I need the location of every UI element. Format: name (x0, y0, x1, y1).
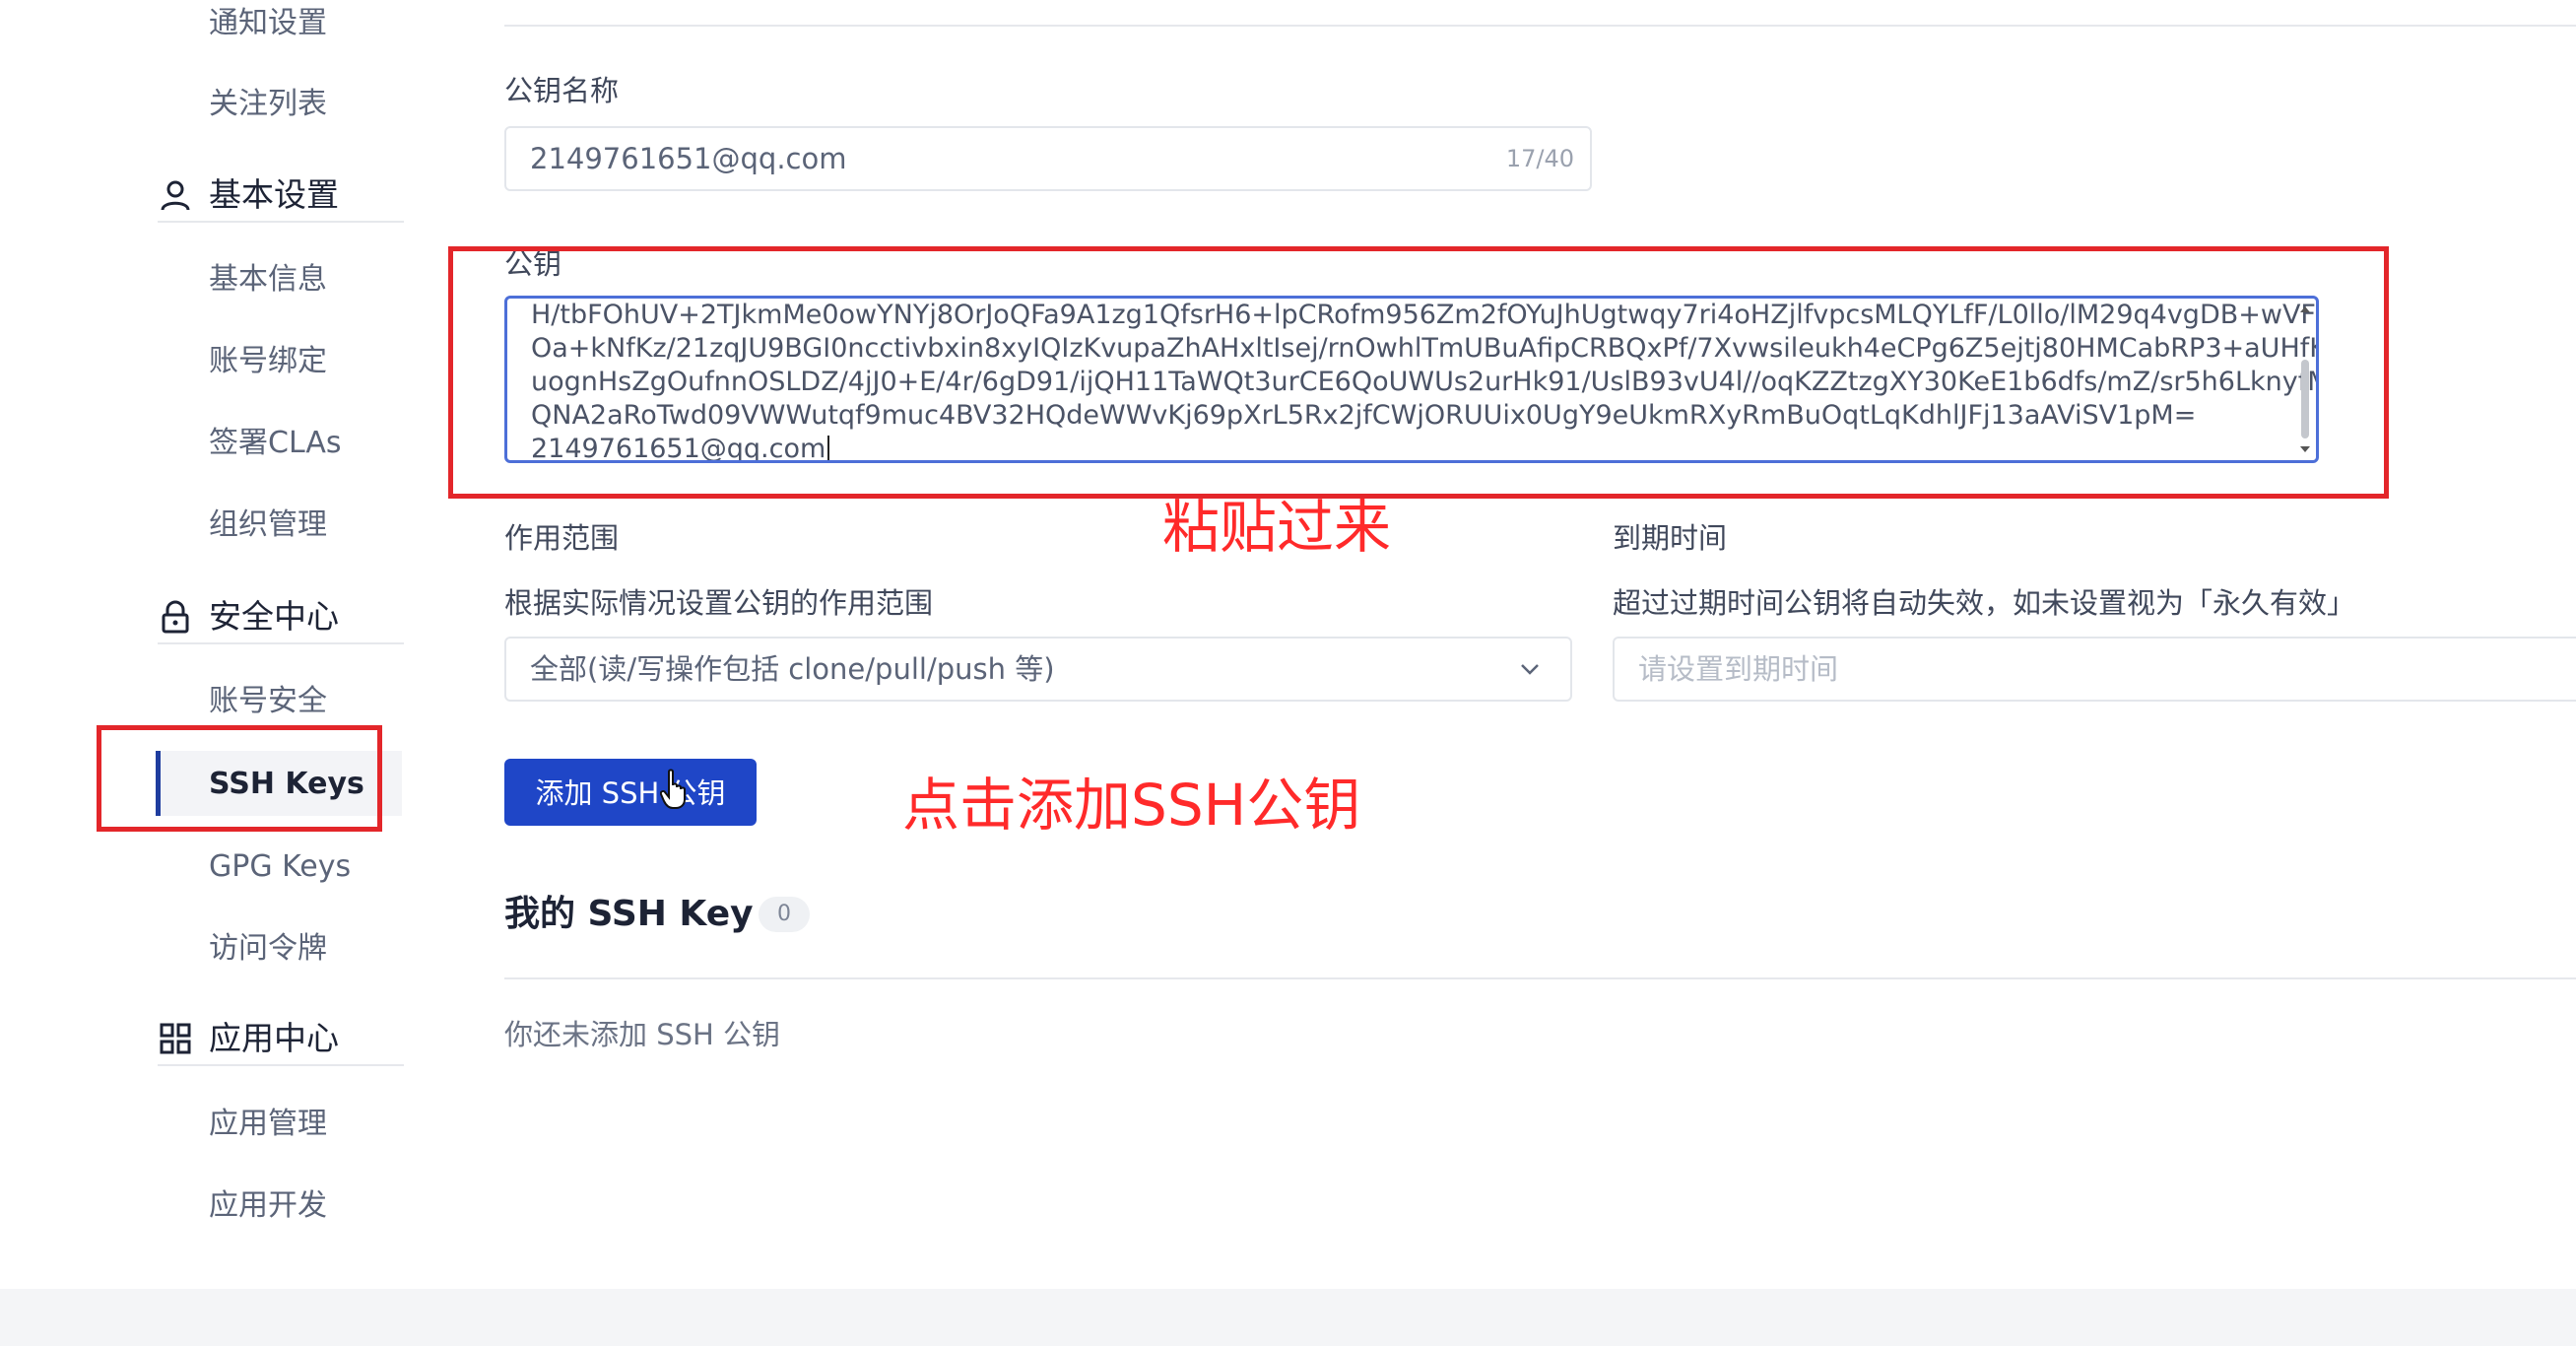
sidebar-item-account-binding[interactable]: 账号绑定 (209, 342, 327, 381)
sidebar-group-app-center: 应用中心 (158, 1017, 404, 1066)
sidebar-group-security-center: 安全中心 (158, 595, 404, 644)
annotation-click-note: 点击添加SSH公钥 (902, 772, 1361, 839)
sidebar-item-org-management[interactable]: 组织管理 (209, 505, 327, 545)
my-ssh-keys-title: 我的 SSH Key (504, 894, 754, 934)
sidebar-group-label: 基本设置 (209, 175, 339, 214)
sidebar-item-sign-clas[interactable]: 签署CLAs (209, 424, 342, 463)
expiry-hint: 超过过期时间公钥将自动失效，如未设置视为「永久有效」 (1613, 586, 2356, 620)
sidebar-item-notification-settings[interactable]: 通知设置 (209, 4, 327, 43)
hand-pointer-icon (660, 769, 686, 809)
scope-select-value: 全部(读/写操作包括 clone/pull/push 等) (530, 652, 1055, 686)
user-icon (161, 180, 190, 211)
scope-select[interactable]: 全部(读/写操作包括 clone/pull/push 等) (504, 637, 1572, 702)
expiry-label: 到期时间 (1613, 521, 1728, 555)
sidebar-item-follow-list[interactable]: 关注列表 (209, 85, 327, 124)
add-ssh-key-button[interactable]: 添加 SSH 公钥 (504, 759, 757, 826)
chevron-down-icon (1521, 664, 1539, 675)
sidebar-item-app-development[interactable]: 应用开发 (209, 1186, 327, 1226)
sidebar-item-account-security[interactable]: 账号安全 (209, 682, 327, 721)
key-name-value: 2149761651@qq.com (530, 142, 847, 175)
key-name-label: 公钥名称 (504, 74, 620, 107)
settings-sidebar: 通知设置 关注列表 基本设置 基本信息 账号绑定 签署CLAs 组织管理 安全中… (0, 0, 414, 1289)
section-divider-top (504, 25, 2576, 27)
expiry-date-placeholder: 请设置到期时间 (1638, 652, 1839, 686)
scope-hint: 根据实际情况设置公钥的作用范围 (504, 586, 934, 620)
sidebar-group-label: 应用中心 (209, 1019, 339, 1057)
ssh-key-count-badge: 0 (759, 897, 810, 932)
key-name-counter: 17/40 (1505, 145, 1574, 172)
annotation-highlight-ssh-keys (97, 725, 382, 832)
scope-label: 作用范围 (504, 521, 620, 555)
lock-icon (162, 600, 189, 634)
sidebar-group-basic-settings: 基本设置 (158, 173, 404, 223)
empty-state-text: 你还未添加 SSH 公钥 (504, 1018, 781, 1051)
key-name-input[interactable]: 2149761651@qq.com 17/40 (504, 126, 1592, 191)
annotation-paste-note: 粘贴过来 (1162, 494, 1392, 561)
sidebar-group-label: 安全中心 (209, 597, 339, 636)
page-footer-band (0, 1289, 2576, 1346)
section-divider (504, 977, 2576, 979)
expiry-date-input[interactable]: 请设置到期时间 (1613, 637, 2576, 702)
sidebar-item-basic-info[interactable]: 基本信息 (209, 260, 327, 300)
annotation-highlight-public-key (448, 246, 2389, 499)
sidebar-item-app-management[interactable]: 应用管理 (209, 1105, 327, 1144)
sidebar-item-gpg-keys[interactable]: GPG Keys (209, 847, 351, 887)
sidebar-item-access-tokens[interactable]: 访问令牌 (209, 929, 327, 969)
apps-grid-icon (160, 1023, 191, 1054)
